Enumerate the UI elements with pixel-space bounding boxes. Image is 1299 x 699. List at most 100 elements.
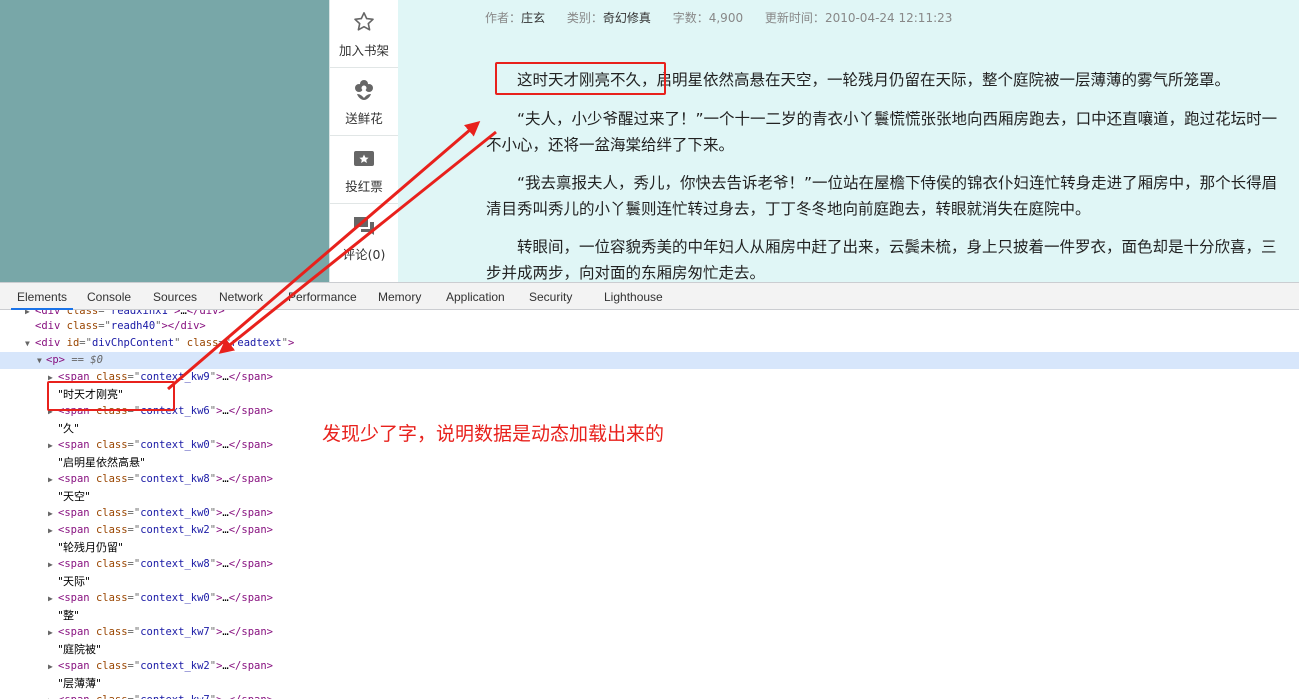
add-bookshelf-button[interactable]: 加入书架 <box>330 0 398 68</box>
attr-name: id <box>66 337 80 349</box>
span-class: context_kw0 <box>140 507 210 519</box>
text-node-value: "轮残月仍留" <box>58 541 124 554</box>
comment-label: 评论(0) <box>342 247 386 262</box>
dom-text-node[interactable]: "轮残月仍留" <box>0 539 1299 556</box>
text-node-value: "庭院被" <box>58 643 102 656</box>
tag-name: div <box>41 310 61 317</box>
add-bookshelf-label: 加入书架 <box>338 43 389 58</box>
ticket-icon <box>354 151 374 166</box>
flower-icon <box>355 80 373 100</box>
words-value: 4,900 <box>708 11 744 25</box>
chapter-paragraph: “夫人，小少爷醒过来了！”一个十一二岁的青衣小丫鬟慌慌张张地向西厢房跑去，口中还… <box>486 110 1278 154</box>
expand-triangle-icon[interactable]: ▶ <box>48 590 53 607</box>
span-class: context_kw7 <box>140 626 210 638</box>
chapter-paragraph: 转眼间，一位容貌秀美的中年妇人从厢房中赶了出来，云鬓未梳，身上只披着一件罗衣，面… <box>486 238 1277 282</box>
dom-node-line[interactable]: ▶ <span class="context_kw0">…</span> <box>0 505 1299 522</box>
dom-text-node[interactable]: "庭院被" <box>0 641 1299 658</box>
span-class: context_kw8 <box>140 473 210 485</box>
attr-value: readxinx1 <box>110 310 168 317</box>
dom-node-line[interactable]: ▶ <span class="context_kw0">…</span> <box>0 590 1299 607</box>
author-key: 作者： <box>485 11 522 25</box>
attr-name: class <box>66 320 99 332</box>
text-node-value: "整" <box>58 609 80 622</box>
vote-red-ticket-label: 投红票 <box>345 179 383 194</box>
selected-node-marker: == $0 <box>71 354 103 366</box>
dom-tree: ▶ <div class="readxinx1">…</div> <div cl… <box>0 310 1299 699</box>
tab-elements[interactable]: Elements <box>10 290 74 310</box>
send-flower-button[interactable]: 送鲜花 <box>330 68 398 136</box>
expand-triangle-icon[interactable]: ▶ <box>48 505 53 522</box>
comment-button[interactable]: 评论(0) <box>330 204 398 272</box>
category-key: 类别： <box>566 11 603 25</box>
chapter-reader: 作者：庄玄 类别：奇幻修真 字数：4,900 更新时间：2010-04-24 1… <box>398 0 1299 282</box>
text-node-value: "启明星依然高悬" <box>58 456 146 469</box>
text-node-value: "久" <box>58 422 80 435</box>
expand-triangle-icon[interactable]: ▶ <box>48 437 53 454</box>
expand-triangle-icon[interactable]: ▶ <box>48 522 53 539</box>
devtools-panel: Elements Console Sources Network Perform… <box>0 282 1299 699</box>
dom-node-line[interactable]: ▶ <span class="context_kw2">…</span> <box>0 522 1299 539</box>
words-key: 字数： <box>672 11 709 25</box>
span-class: context_kw0 <box>140 592 210 604</box>
comment-icon <box>354 217 374 235</box>
dom-node-line[interactable]: <div class="readh40"></div> <box>0 318 1299 335</box>
tab-application[interactable]: Application <box>446 290 505 304</box>
highlight-box-text-node <box>47 381 175 411</box>
attr-name: class <box>66 310 99 317</box>
star-icon <box>354 12 374 31</box>
text-node-value: "层薄薄" <box>58 677 102 690</box>
tab-memory[interactable]: Memory <box>378 290 421 304</box>
dom-node-line[interactable]: ▶ <span class="context_kw8">…</span> <box>0 471 1299 488</box>
tag-name: div <box>41 337 61 349</box>
dom-node-line[interactable]: ▶<span class="context_kw7">…</span> <box>0 624 1299 641</box>
span-class: context_kw0 <box>140 439 210 451</box>
tab-lighthouse[interactable]: Lighthouse <box>604 290 663 304</box>
tab-sources[interactable]: Sources <box>153 290 197 304</box>
dom-text-node[interactable]: "启明星依然高悬" <box>0 454 1299 471</box>
attr-value: divChpContent <box>91 337 175 349</box>
dom-node-line[interactable]: ▶ <span class="context_kw9">…</span> <box>0 369 1299 386</box>
attr-name: class <box>186 337 219 349</box>
expand-triangle-icon[interactable]: ▶ <box>48 624 53 641</box>
dom-text-node[interactable]: "时天才刚亮" <box>0 386 1299 403</box>
dom-node-line[interactable]: ▶ <span class="context_kw8">…</span> <box>0 556 1299 573</box>
annotation-note: 发现少了字，说明数据是动态加载出来的 <box>322 423 665 445</box>
updated-key: 更新时间： <box>764 11 825 25</box>
dom-text-node[interactable]: "层薄薄" <box>0 675 1299 692</box>
reader-side-toolbar: 加入书架 送鲜花 投红票 评论(0) <box>329 0 399 282</box>
expand-triangle-icon[interactable]: ▶ <box>48 658 53 675</box>
span-class: context_kw2 <box>140 660 210 672</box>
vote-red-ticket-button[interactable]: 投红票 <box>330 136 398 204</box>
category-value[interactable]: 奇幻修真 <box>603 9 651 26</box>
tab-console[interactable]: Console <box>87 290 131 304</box>
author-value[interactable]: 庄玄 <box>521 9 545 26</box>
expand-triangle-icon[interactable]: ▶ <box>48 556 53 573</box>
devtools-tab-bar: Elements Console Sources Network Perform… <box>0 283 1299 310</box>
tab-network[interactable]: Network <box>219 290 263 304</box>
text-node-value: "天空" <box>58 490 91 503</box>
attr-value: readtext <box>231 337 282 349</box>
dom-node-line-selected[interactable]: ▼ <p> == $0 <box>0 352 1299 369</box>
collapse-triangle-icon[interactable]: ▼ <box>37 352 42 369</box>
send-flower-label: 送鲜花 <box>345 111 383 126</box>
updated-value: 2010-04-24 12:11:23 <box>824 11 953 25</box>
text-node-value: "天际" <box>58 575 91 588</box>
tab-performance[interactable]: Performance <box>288 290 357 304</box>
span-class: context_kw7 <box>140 694 210 699</box>
expand-triangle-icon[interactable]: ▶ <box>48 471 53 488</box>
dom-text-node[interactable]: "天际" <box>0 573 1299 590</box>
collapse-triangle-icon[interactable]: ▼ <box>25 335 30 352</box>
span-class: context_kw8 <box>140 558 210 570</box>
browser-viewport: 加入书架 送鲜花 投红票 评论(0) 作者：庄玄 类别：奇幻修真 字数：4,90… <box>0 0 1299 282</box>
dom-node-line[interactable]: ▼ <div id="divChpContent" class="readtex… <box>0 335 1299 352</box>
highlight-box-paragraph-start <box>495 62 666 95</box>
dom-node-line[interactable]: ▶ <span class="context_kw2">…</span> <box>0 658 1299 675</box>
tab-security[interactable]: Security <box>529 290 572 304</box>
book-meta-row: 作者：庄玄 类别：奇幻修真 字数：4,900 更新时间：2010-04-24 1… <box>485 9 970 26</box>
dom-node-line[interactable]: ▶ <span class="context_kw6">…</span> <box>0 403 1299 420</box>
dom-text-node[interactable]: "天空" <box>0 488 1299 505</box>
attr-value: readh40 <box>110 320 156 332</box>
tag-name: div <box>41 320 61 332</box>
chapter-paragraph: “我去禀报夫人，秀儿，你快去告诉老爷！”一位站在屋檐下侍侯的锦衣仆妇连忙转身走进… <box>486 174 1278 218</box>
dom-text-node[interactable]: "整" <box>0 607 1299 624</box>
